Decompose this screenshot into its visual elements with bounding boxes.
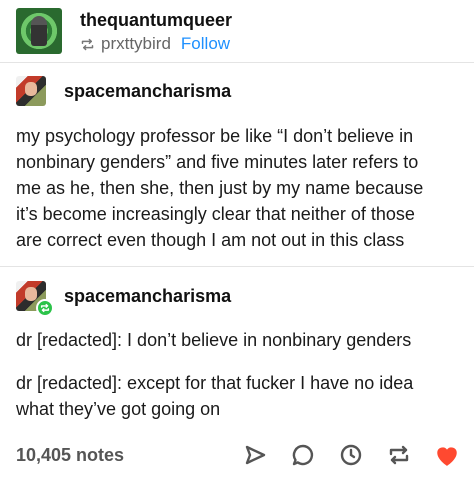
post-line: what they’ve got going on <box>16 399 221 419</box>
post-line: dr [redacted]: except for that fucker I … <box>16 373 414 393</box>
post-header: thequantumqueer prxttybird Follow <box>16 6 456 56</box>
post-line: it’s become increasingly clear that neit… <box>16 204 415 224</box>
divider <box>0 62 474 63</box>
post-line: dr [redacted]: I don’t believe in nonbin… <box>16 330 412 350</box>
reblog-source: prxttybird Follow <box>80 34 230 54</box>
heart-shape <box>437 447 457 466</box>
post-line: are correct even though I am not out in … <box>16 230 405 250</box>
post-line: nonbinary genders” and five minutes late… <box>16 152 419 172</box>
author-avatar[interactable] <box>16 76 46 106</box>
post-body: dr [redacted]: except for that fucker I … <box>16 370 460 422</box>
blog-name[interactable]: thequantumqueer <box>80 10 232 31</box>
author-avatar[interactable] <box>16 281 54 317</box>
history-icon[interactable] <box>338 442 364 468</box>
reply-icon[interactable] <box>290 442 316 468</box>
post-author[interactable]: spacemancharisma <box>64 286 231 307</box>
reblog-small-icon <box>81 38 94 50</box>
post-actions <box>242 442 460 468</box>
post-footer: 10,405 notes <box>16 438 460 472</box>
reblog-icon[interactable] <box>386 442 412 468</box>
like-heart-icon[interactable] <box>434 442 460 468</box>
reblogged-from-name[interactable]: prxttybird <box>101 34 171 54</box>
follow-button[interactable]: Follow <box>181 34 230 54</box>
reblog-badge-icon <box>36 299 54 317</box>
share-icon[interactable] <box>242 442 268 468</box>
robot-avatar-icon[interactable] <box>16 8 62 54</box>
notes-count[interactable]: 10,405 notes <box>16 445 124 466</box>
post-line: my psychology professor be like “I don’t… <box>16 126 414 146</box>
post-body: my psychology professor be like “I don’t… <box>16 123 460 253</box>
post-author-row: spacemancharisma <box>16 76 231 106</box>
post-body: dr [redacted]: I don’t believe in nonbin… <box>16 327 460 353</box>
divider <box>0 266 474 267</box>
post-author-row: spacemancharisma <box>16 281 231 317</box>
post-line: me as he, then she, then just by my name… <box>16 178 424 198</box>
post-author[interactable]: spacemancharisma <box>64 81 231 102</box>
